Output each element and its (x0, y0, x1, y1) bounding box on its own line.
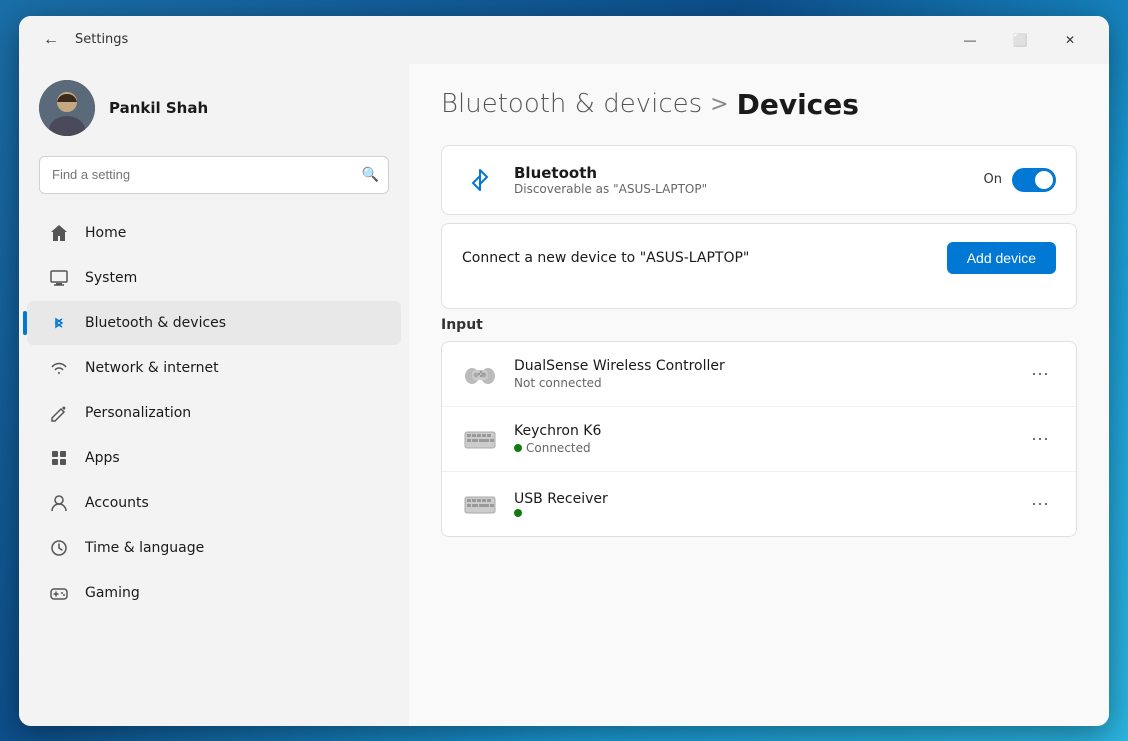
devices-list: DualSense Wireless Controller Not connec… (441, 341, 1077, 537)
keychron-name: Keychron K6 (514, 423, 1008, 439)
sidebar-item-personalization[interactable]: Personalization (27, 391, 401, 435)
usb-receiver-icon (462, 486, 498, 522)
sidebar-item-system[interactable]: System (27, 256, 401, 300)
bluetooth-icon (462, 162, 498, 198)
keychron-status: Connected (514, 441, 1008, 455)
sidebar-item-time-label: Time & language (85, 540, 204, 556)
sidebar-item-network-label: Network & internet (85, 360, 219, 376)
window-title: Settings (75, 32, 947, 47)
keychron-more-button[interactable]: ··· (1024, 423, 1056, 455)
usb-receiver-status (514, 509, 1008, 517)
window-controls: — ⬜ ✕ (947, 24, 1093, 56)
sidebar-item-home[interactable]: Home (27, 211, 401, 255)
sidebar-item-apps[interactable]: Apps (27, 436, 401, 480)
avatar-image (39, 80, 95, 136)
usb-receiver-info: USB Receiver (514, 491, 1008, 517)
time-icon (47, 536, 71, 560)
bluetooth-status-label: On (984, 172, 1002, 187)
main-layout: Pankil Shah 🔍 Home (19, 64, 1109, 726)
user-profile: Pankil Shah (19, 64, 409, 156)
apps-icon (47, 446, 71, 470)
sidebar-nav: Home System (19, 210, 409, 710)
device-item-dualsense: DualSense Wireless Controller Not connec… (442, 342, 1076, 407)
sidebar-item-system-label: System (85, 270, 137, 286)
breadcrumb-current: Devices (737, 88, 859, 121)
bluetooth-discoverable: Discoverable as "ASUS-LAPTOP" (514, 182, 968, 196)
keychron-connected-dot (514, 444, 522, 452)
minimize-button[interactable]: — (947, 24, 993, 56)
personalization-icon (47, 401, 71, 425)
add-device-row: Connect a new device to "ASUS-LAPTOP" Ad… (442, 224, 1076, 292)
sidebar: Pankil Shah 🔍 Home (19, 64, 409, 726)
keychron-icon (462, 421, 498, 457)
usb-receiver-more-button[interactable]: ··· (1024, 488, 1056, 520)
dualsense-name: DualSense Wireless Controller (514, 358, 1008, 374)
device-item-usb-receiver: USB Receiver ··· (442, 472, 1076, 536)
breadcrumb-parent[interactable]: Bluetooth & devices (441, 89, 702, 119)
network-icon (47, 356, 71, 380)
gaming-icon (47, 581, 71, 605)
bluetooth-info: Bluetooth Discoverable as "ASUS-LAPTOP" (514, 164, 968, 196)
add-device-text: Connect a new device to "ASUS-LAPTOP" (462, 250, 931, 266)
system-icon (47, 266, 71, 290)
sidebar-item-bluetooth[interactable]: Bluetooth & devices (27, 301, 401, 345)
sidebar-item-network[interactable]: Network & internet (27, 346, 401, 390)
add-device-card: Connect a new device to "ASUS-LAPTOP" Ad… (441, 223, 1077, 309)
bluetooth-name: Bluetooth (514, 164, 968, 182)
sidebar-item-gaming-label: Gaming (85, 585, 140, 601)
sidebar-item-personalization-label: Personalization (85, 405, 191, 421)
sidebar-item-time[interactable]: Time & language (27, 526, 401, 570)
close-button[interactable]: ✕ (1047, 24, 1093, 56)
usb-receiver-name: USB Receiver (514, 491, 1008, 507)
bluetooth-toggle-area: On (984, 168, 1056, 192)
titlebar: ← Settings — ⬜ ✕ (19, 16, 1109, 64)
dualsense-icon (462, 356, 498, 392)
bluetooth-card: Bluetooth Discoverable as "ASUS-LAPTOP" … (441, 145, 1077, 215)
device-item-keychron: Keychron K6 Connected ··· (442, 407, 1076, 472)
search-bar: 🔍 (39, 156, 389, 194)
back-button[interactable]: ← (35, 24, 67, 56)
dualsense-info: DualSense Wireless Controller Not connec… (514, 358, 1008, 390)
breadcrumb-separator: > (710, 92, 728, 117)
sidebar-item-home-label: Home (85, 225, 126, 241)
search-icon: 🔍 (362, 167, 379, 183)
avatar (39, 80, 95, 136)
bluetooth-toggle[interactable] (1012, 168, 1056, 192)
sidebar-item-gaming[interactable]: Gaming (27, 571, 401, 615)
input-section-label: Input (441, 317, 1077, 333)
breadcrumb: Bluetooth & devices > Devices (441, 88, 1077, 121)
username: Pankil Shah (109, 99, 208, 117)
bluetooth-nav-icon (47, 311, 71, 335)
sidebar-item-bluetooth-label: Bluetooth & devices (85, 315, 226, 331)
accounts-icon (47, 491, 71, 515)
restore-button[interactable]: ⬜ (997, 24, 1043, 56)
sidebar-item-accounts[interactable]: Accounts (27, 481, 401, 525)
usb-receiver-connected-dot (514, 509, 522, 517)
dualsense-status: Not connected (514, 376, 1008, 390)
search-input[interactable] (39, 156, 389, 194)
sidebar-item-accounts-label: Accounts (85, 495, 149, 511)
settings-window: ← Settings — ⬜ ✕ (19, 16, 1109, 726)
add-device-button[interactable]: Add device (947, 242, 1056, 274)
content-area: Bluetooth & devices > Devices Bluetooth … (409, 64, 1109, 726)
keychron-info: Keychron K6 Connected (514, 423, 1008, 455)
bluetooth-row: Bluetooth Discoverable as "ASUS-LAPTOP" … (442, 146, 1076, 214)
dualsense-more-button[interactable]: ··· (1024, 358, 1056, 390)
sidebar-item-apps-label: Apps (85, 450, 120, 466)
home-icon (47, 221, 71, 245)
